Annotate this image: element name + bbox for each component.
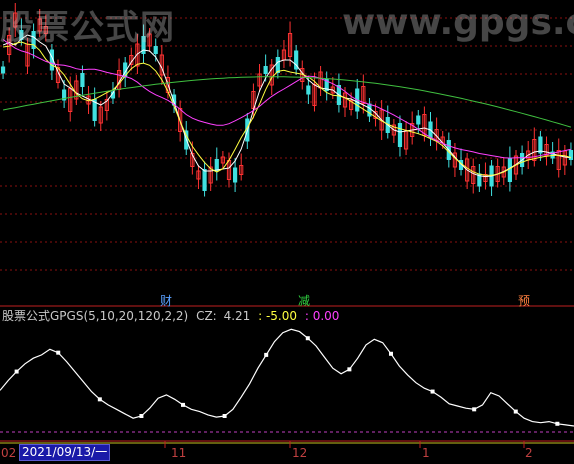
- candle-body: [0, 66, 6, 74]
- indicator-series-line: [0, 328, 574, 427]
- indicator-point: [513, 409, 518, 414]
- indicator-name: 股票公式GPGS(5,10,20,120,2,2): [2, 309, 189, 323]
- indicator-value-3: : 0.00: [304, 309, 340, 323]
- indicator-point: [97, 397, 102, 402]
- candle-body: [416, 115, 421, 125]
- indicator-point: [56, 350, 61, 355]
- axis-label-12: 12: [292, 446, 308, 460]
- cz-value: 4.21: [223, 309, 251, 323]
- indicator-point: [181, 402, 186, 407]
- indicator-point: [305, 336, 310, 341]
- indicator-point: [139, 414, 144, 418]
- watermark-url: www.gpgs.cc: [342, 2, 574, 43]
- indicator-header: 股票公式GPGS(5,10,20,120,2,2) CZ: 4.21 : -5.…: [2, 307, 339, 324]
- indicator-line: [0, 328, 574, 427]
- candle-body: [232, 167, 238, 183]
- axis-label-02: 02: [1, 446, 17, 460]
- indicator-point: [388, 351, 393, 356]
- cz-label: CZ:: [196, 309, 217, 323]
- candle-body: [397, 123, 403, 147]
- indicator-point: [264, 352, 269, 357]
- axis-label-11: 11: [171, 446, 187, 460]
- axis-label-2: 2: [525, 446, 533, 460]
- indicator-point: [472, 407, 477, 412]
- grid-lines: [0, 17, 574, 448]
- candle-body: [275, 57, 280, 73]
- candle-body: [306, 85, 311, 95]
- indicator-point: [222, 414, 227, 418]
- indicator-point: [430, 389, 435, 394]
- axis-label-1: 1: [422, 446, 430, 460]
- indicator-point: [14, 369, 19, 374]
- candle-body: [507, 158, 512, 182]
- kline-chart[interactable]: [0, 0, 574, 464]
- candle-body: [214, 159, 219, 171]
- event-badge-forecast[interactable]: 预: [518, 292, 530, 309]
- indicator-point: [555, 421, 560, 426]
- candle-body: [80, 73, 85, 87]
- indicator-point: [347, 367, 352, 372]
- candle-body: [202, 169, 207, 191]
- candle-body: [263, 66, 268, 74]
- cursor-date-box: 2021/09/13/一: [19, 444, 111, 461]
- candle-body: [568, 150, 574, 160]
- indicator-value-2: : -5.00: [258, 309, 298, 323]
- watermark-text: 股票公式网: [0, 8, 175, 48]
